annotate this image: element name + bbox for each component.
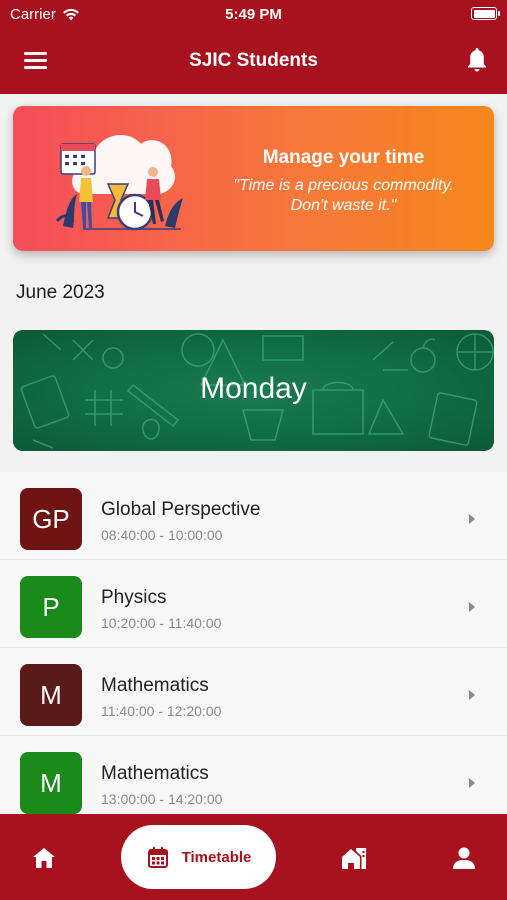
lesson-title: Mathematics [101, 675, 209, 696]
chevron-right-icon [469, 602, 475, 612]
calendar-icon [147, 847, 168, 868]
subject-avatar: GP [20, 488, 82, 550]
lesson-row[interactable]: GP Global Perspective 08:40:00 - 10:00:0… [0, 472, 507, 560]
chevron-right-icon [469, 690, 475, 700]
lesson-time: 08:40:00 - 10:00:00 [101, 527, 223, 543]
person-icon[interactable] [450, 844, 478, 872]
month-label: June 2023 [16, 282, 105, 303]
banner-quote: "Time is a precious commodity. Don't was… [233, 177, 454, 214]
bottom-nav: Timetable [0, 814, 507, 900]
battery-icon [471, 7, 500, 20]
time-management-illustration [55, 134, 183, 231]
app-bar: SJIC Students [0, 28, 507, 94]
page-title: SJIC Students [189, 50, 318, 71]
lesson-title: Global Perspective [101, 499, 261, 520]
day-card: Monday [13, 330, 494, 451]
chevron-right-icon [469, 778, 475, 788]
day-label: Monday [200, 372, 307, 405]
chevron-right-icon [469, 514, 475, 524]
status-bar: Carrier 5:49 PM [0, 0, 507, 28]
lesson-title: Physics [101, 587, 167, 608]
subject-avatar: P [20, 576, 82, 638]
lesson-row[interactable]: P Physics 10:20:00 - 11:40:00 [0, 560, 507, 648]
lesson-time: 11:40:00 - 12:20:00 [101, 703, 222, 719]
home-icon[interactable] [30, 844, 58, 872]
lesson-row[interactable]: M Mathematics 11:40:00 - 12:20:00 [0, 648, 507, 736]
lesson-row[interactable]: M Mathematics 13:00:00 - 14:20:00 [0, 736, 507, 814]
time-management-banner: Manage your time "Time is a precious com… [13, 106, 494, 251]
lesson-time: 10:20:00 - 11:40:00 [101, 615, 222, 631]
school-icon[interactable] [340, 844, 368, 872]
top-bar: Carrier 5:49 PM SJIC Students [0, 0, 507, 94]
lesson-time: 13:00:00 - 14:20:00 [101, 791, 223, 807]
subject-avatar: M [20, 664, 82, 726]
banner-title: Manage your time [262, 147, 425, 168]
subject-avatar: M [20, 752, 82, 814]
lesson-list: GP Global Perspective 08:40:00 - 10:00:0… [0, 472, 507, 814]
bell-icon[interactable] [465, 46, 489, 74]
lesson-title: Mathematics [101, 763, 209, 784]
clock: 5:49 PM [225, 6, 282, 23]
nav-timetable-label: Timetable [181, 848, 252, 866]
nav-timetable-button[interactable]: Timetable [121, 825, 276, 889]
